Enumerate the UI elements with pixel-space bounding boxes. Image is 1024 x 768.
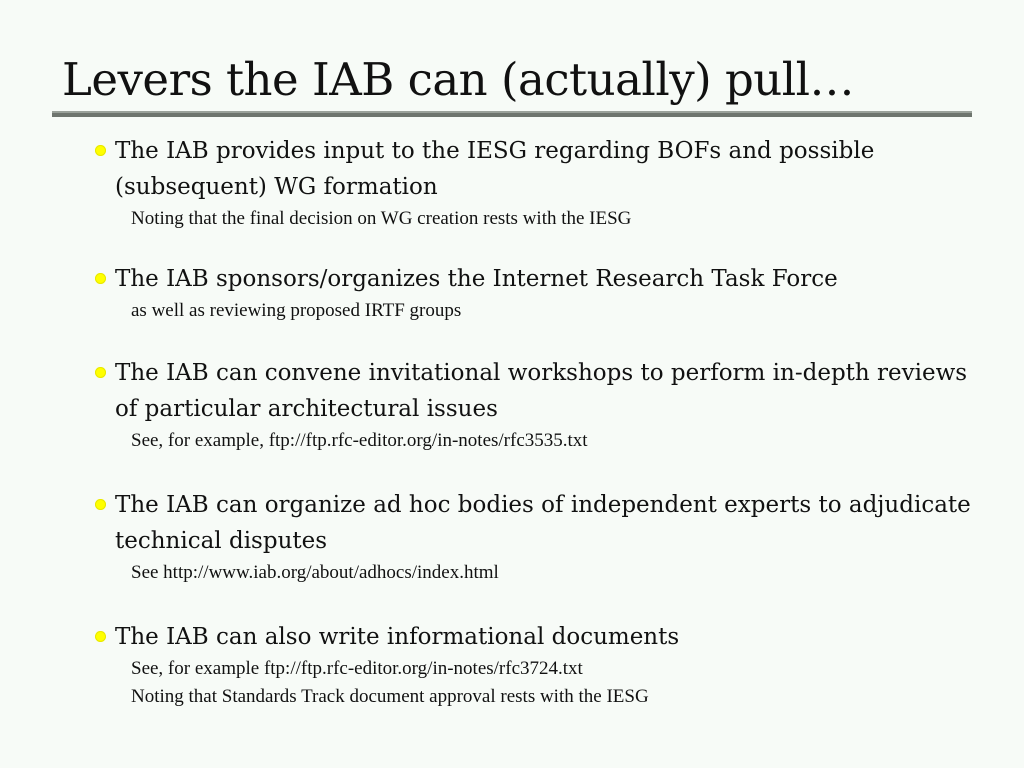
bullet-text: The IAB can organize ad hoc bodies of in… (115, 492, 971, 554)
slide-title: Levers the IAB can (actually) pull… (62, 53, 855, 106)
bullet-dot-icon (95, 631, 106, 642)
bullet-text: The IAB provides input to the IESG regar… (115, 138, 875, 200)
bullet-subtext: Noting that the final decision on WG cre… (131, 208, 632, 229)
bullet-subtext: See http://www.iab.org/about/adhocs/inde… (131, 562, 499, 583)
bullet-item: The IAB can organize ad hoc bodies of in… (94, 487, 974, 587)
bullet-dot-icon (95, 145, 106, 156)
bullet-dot-icon (95, 499, 106, 510)
bullet-subtext: See, for example, ftp://ftp.rfc-editor.o… (131, 430, 588, 451)
title-divider (52, 111, 972, 117)
bullet-dot-icon (95, 367, 106, 378)
bullet-subtext: as well as reviewing proposed IRTF group… (131, 300, 462, 321)
bullet-text: The IAB can also write informational doc… (115, 624, 680, 650)
bullet-item: The IAB sponsors/organizes the Internet … (94, 261, 838, 325)
bullet-subtext: Noting that Standards Track document app… (131, 686, 649, 707)
bullet-item: The IAB can also write informational doc… (94, 619, 679, 711)
bullet-item: The IAB can convene invitational worksho… (94, 355, 974, 455)
slide: Levers the IAB can (actually) pull… The … (0, 0, 1024, 768)
bullet-subtext: See, for example ftp://ftp.rfc-editor.or… (131, 658, 583, 679)
bullet-text: The IAB can convene invitational worksho… (115, 360, 968, 422)
bullet-item: The IAB provides input to the IESG regar… (94, 133, 974, 233)
bullet-text: The IAB sponsors/organizes the Internet … (115, 266, 838, 292)
bullet-dot-icon (95, 273, 106, 284)
